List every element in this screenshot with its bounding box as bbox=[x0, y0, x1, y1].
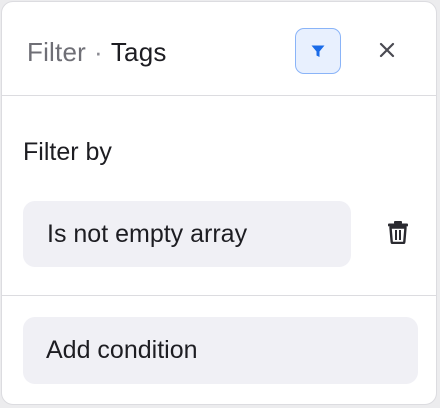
panel-title: Filter · Tags bbox=[27, 36, 167, 68]
title-field-name: Tags bbox=[110, 37, 167, 67]
delete-condition-button[interactable] bbox=[382, 216, 414, 248]
add-condition-button[interactable]: Add condition bbox=[23, 317, 418, 384]
filter-panel: Filter · Tags Filter by Is not empty array… bbox=[1, 1, 437, 405]
filter-toggle-button[interactable] bbox=[295, 28, 341, 74]
title-filter-word: Filter bbox=[27, 37, 86, 67]
condition-select[interactable]: Is not empty array bbox=[23, 201, 351, 267]
close-button[interactable] bbox=[372, 35, 402, 65]
panel-header: Filter · Tags bbox=[2, 2, 436, 96]
footer-divider bbox=[2, 295, 436, 296]
funnel-icon bbox=[311, 45, 325, 57]
title-separator: · bbox=[93, 37, 103, 67]
trash-icon bbox=[388, 221, 408, 244]
filter-by-label: Filter by bbox=[23, 138, 112, 166]
close-icon bbox=[379, 42, 395, 58]
header-divider bbox=[2, 95, 436, 96]
